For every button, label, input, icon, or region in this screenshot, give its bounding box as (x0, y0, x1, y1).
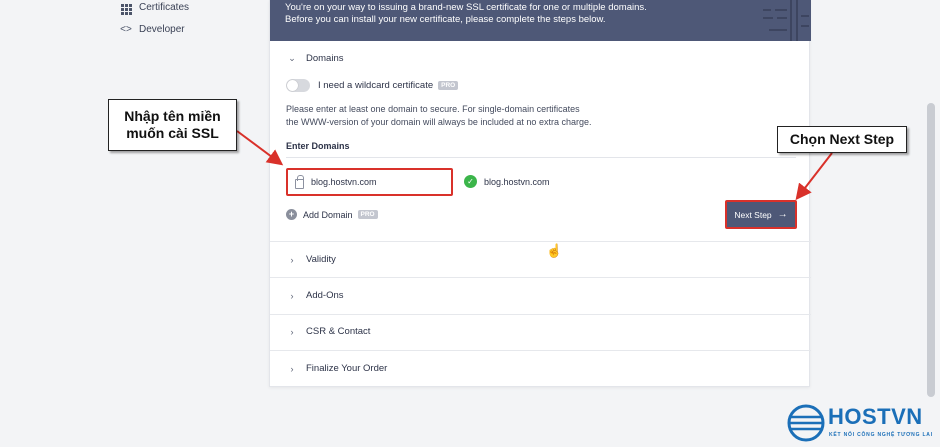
banner-decoration-icon (763, 0, 809, 41)
sidebar-item-label: Developer (139, 24, 185, 35)
validated-domain: ✓ blog.hostvn.com (464, 175, 550, 188)
chevron-right-icon: › (290, 326, 294, 337)
info-line-1: Please enter at least one domain to secu… (286, 104, 580, 114)
section-domains-header[interactable]: ⌄ Domains (286, 53, 344, 64)
validated-domain-label: blog.hostvn.com (484, 176, 550, 187)
section-addons-header[interactable]: › Add-Ons (286, 290, 344, 301)
section-validity-header[interactable]: › Validity (286, 254, 336, 265)
arrow-right-icon: → (777, 209, 788, 220)
divider (270, 314, 811, 315)
domains-info: Please enter at least one domain to secu… (286, 103, 591, 129)
add-domain-label: Add Domain (303, 209, 353, 220)
chevron-right-icon: › (290, 254, 294, 265)
section-title: Finalize Your Order (306, 363, 388, 374)
pro-badge: PRO (357, 210, 378, 219)
lock-icon (295, 174, 304, 189)
section-finalize-header[interactable]: › Finalize Your Order (286, 363, 388, 374)
divider (270, 350, 811, 351)
sidebar-item-developer[interactable]: <> Developer (119, 24, 185, 35)
section-title: Add-Ons (306, 290, 344, 301)
logo-name: HOSTVN (828, 404, 923, 429)
chevron-right-icon: › (290, 290, 294, 301)
banner-line-2: Before you can install your new certific… (285, 14, 606, 25)
logo-tagline: KẾT NỐI CÔNG NGHỆ TƯƠNG LAI (829, 432, 933, 438)
domain-input[interactable]: blog.hostvn.com (286, 168, 453, 196)
banner-line-1: You're on your way to issuing a brand-ne… (285, 2, 647, 13)
callout-line-1: Nhập tên miền (124, 108, 221, 124)
section-title: Domains (306, 53, 344, 64)
domain-input-value: blog.hostvn.com (311, 177, 377, 187)
info-banner: You're on your way to issuing a brand-ne… (270, 0, 811, 41)
section-csr-contact-header[interactable]: › CSR & Contact (286, 326, 371, 337)
info-line-2: the WWW-version of your domain will alwa… (286, 117, 592, 127)
globe-icon (787, 404, 825, 442)
plus-circle-icon: + (286, 209, 297, 220)
divider (270, 241, 811, 242)
sidebar-item-certificates[interactable]: Certificates (119, 0, 189, 15)
section-title: Validity (306, 254, 336, 265)
wildcard-toggle[interactable] (286, 79, 310, 92)
check-circle-icon: ✓ (464, 175, 477, 188)
wildcard-label: I need a wildcard certificate (318, 80, 434, 91)
wildcard-row: I need a wildcard certificate PRO (286, 79, 459, 92)
chevron-down-icon: ⌄ (288, 53, 296, 63)
grid-icon (119, 0, 133, 15)
hand-cursor-icon: ☝ (546, 243, 563, 258)
callout-next-step: Chọn Next Step (777, 126, 907, 153)
sidebar: Certificates <> Developer (0, 0, 265, 447)
pro-badge: PRO (438, 81, 459, 90)
divider (270, 277, 811, 278)
code-icon: <> (120, 24, 132, 35)
enter-domains-label: Enter Domains (286, 141, 350, 151)
hostvn-logo: HOSTVN KẾT NỐI CÔNG NGHỆ TƯƠNG LAI (784, 400, 940, 447)
sidebar-item-label: Certificates (139, 1, 190, 13)
order-card: You're on your way to issuing a brand-ne… (269, 0, 811, 387)
next-step-label: Next Step (734, 209, 772, 220)
callout-line-2: muốn cài SSL (126, 125, 219, 141)
divider (286, 157, 796, 158)
section-title: CSR & Contact (306, 326, 371, 337)
scrollbar[interactable] (927, 103, 935, 397)
add-domain-button[interactable]: + Add Domain PRO (286, 209, 378, 220)
callout-enter-domain: Nhập tên miền muốn cài SSL (108, 99, 237, 151)
chevron-right-icon: › (290, 363, 294, 374)
next-step-button[interactable]: Next Step → (725, 200, 797, 229)
